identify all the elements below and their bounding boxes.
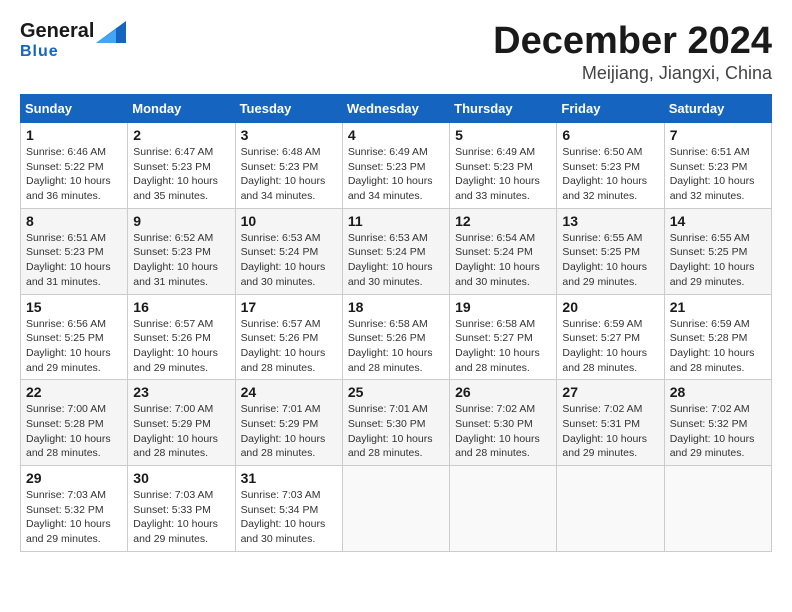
- day-5: 5 Sunrise: 6:49 AMSunset: 5:23 PMDayligh…: [450, 123, 557, 209]
- table-row: 29 Sunrise: 7:03 AMSunset: 5:32 PMDaylig…: [21, 466, 772, 552]
- header-wednesday: Wednesday: [342, 95, 449, 123]
- day-1: 1 Sunrise: 6:46 AMSunset: 5:22 PMDayligh…: [21, 123, 128, 209]
- location-title: Meijiang, Jiangxi, China: [493, 63, 772, 84]
- logo-general-text: General: [20, 20, 94, 43]
- day-24: 24 Sunrise: 7:01 AMSunset: 5:29 PMDaylig…: [235, 380, 342, 466]
- day-6: 6 Sunrise: 6:50 AMSunset: 5:23 PMDayligh…: [557, 123, 664, 209]
- day-30: 30 Sunrise: 7:03 AMSunset: 5:33 PMDaylig…: [128, 466, 235, 552]
- logo-bird-icon: [96, 21, 126, 43]
- header-friday: Friday: [557, 95, 664, 123]
- day-12: 12 Sunrise: 6:54 AMSunset: 5:24 PMDaylig…: [450, 208, 557, 294]
- day-14: 14 Sunrise: 6:55 AMSunset: 5:25 PMDaylig…: [664, 208, 771, 294]
- header-sunday: Sunday: [21, 95, 128, 123]
- day-18: 18 Sunrise: 6:58 AMSunset: 5:26 PMDaylig…: [342, 294, 449, 380]
- logo-blue-text: Blue: [20, 43, 59, 61]
- empty-cell: [664, 466, 771, 552]
- table-row: 22 Sunrise: 7:00 AMSunset: 5:28 PMDaylig…: [21, 380, 772, 466]
- day-15: 15 Sunrise: 6:56 AMSunset: 5:25 PMDaylig…: [21, 294, 128, 380]
- header-saturday: Saturday: [664, 95, 771, 123]
- month-title: December 2024: [493, 20, 772, 63]
- empty-cell: [557, 466, 664, 552]
- day-28: 28 Sunrise: 7:02 AMSunset: 5:32 PMDaylig…: [664, 380, 771, 466]
- day-9: 9 Sunrise: 6:52 AMSunset: 5:23 PMDayligh…: [128, 208, 235, 294]
- day-20: 20 Sunrise: 6:59 AMSunset: 5:27 PMDaylig…: [557, 294, 664, 380]
- table-row: 15 Sunrise: 6:56 AMSunset: 5:25 PMDaylig…: [21, 294, 772, 380]
- day-29: 29 Sunrise: 7:03 AMSunset: 5:32 PMDaylig…: [21, 466, 128, 552]
- day-3: 3 Sunrise: 6:48 AMSunset: 5:23 PMDayligh…: [235, 123, 342, 209]
- empty-cell: [450, 466, 557, 552]
- header-thursday: Thursday: [450, 95, 557, 123]
- weekday-header-row: Sunday Monday Tuesday Wednesday Thursday…: [21, 95, 772, 123]
- day-10: 10 Sunrise: 6:53 AMSunset: 5:24 PMDaylig…: [235, 208, 342, 294]
- day-19: 19 Sunrise: 6:58 AMSunset: 5:27 PMDaylig…: [450, 294, 557, 380]
- title-area: December 2024 Meijiang, Jiangxi, China: [493, 20, 772, 84]
- header-monday: Monday: [128, 95, 235, 123]
- day-31: 31 Sunrise: 7:03 AMSunset: 5:34 PMDaylig…: [235, 466, 342, 552]
- day-22: 22 Sunrise: 7:00 AMSunset: 5:28 PMDaylig…: [21, 380, 128, 466]
- day-4: 4 Sunrise: 6:49 AMSunset: 5:23 PMDayligh…: [342, 123, 449, 209]
- day-11: 11 Sunrise: 6:53 AMSunset: 5:24 PMDaylig…: [342, 208, 449, 294]
- header: General Blue December 2024 Meijiang, Jia…: [20, 20, 772, 84]
- day-13: 13 Sunrise: 6:55 AMSunset: 5:25 PMDaylig…: [557, 208, 664, 294]
- day-8: 8 Sunrise: 6:51 AMSunset: 5:23 PMDayligh…: [21, 208, 128, 294]
- day-25: 25 Sunrise: 7:01 AMSunset: 5:30 PMDaylig…: [342, 380, 449, 466]
- day-16: 16 Sunrise: 6:57 AMSunset: 5:26 PMDaylig…: [128, 294, 235, 380]
- day-7: 7 Sunrise: 6:51 AMSunset: 5:23 PMDayligh…: [664, 123, 771, 209]
- empty-cell: [342, 466, 449, 552]
- header-tuesday: Tuesday: [235, 95, 342, 123]
- table-row: 8 Sunrise: 6:51 AMSunset: 5:23 PMDayligh…: [21, 208, 772, 294]
- day-23: 23 Sunrise: 7:00 AMSunset: 5:29 PMDaylig…: [128, 380, 235, 466]
- day-17: 17 Sunrise: 6:57 AMSunset: 5:26 PMDaylig…: [235, 294, 342, 380]
- day-27: 27 Sunrise: 7:02 AMSunset: 5:31 PMDaylig…: [557, 380, 664, 466]
- table-row: 1 Sunrise: 6:46 AMSunset: 5:22 PMDayligh…: [21, 123, 772, 209]
- day-21: 21 Sunrise: 6:59 AMSunset: 5:28 PMDaylig…: [664, 294, 771, 380]
- calendar-table: Sunday Monday Tuesday Wednesday Thursday…: [20, 94, 772, 552]
- logo: General Blue: [20, 20, 126, 61]
- day-26: 26 Sunrise: 7:02 AMSunset: 5:30 PMDaylig…: [450, 380, 557, 466]
- day-2: 2 Sunrise: 6:47 AMSunset: 5:23 PMDayligh…: [128, 123, 235, 209]
